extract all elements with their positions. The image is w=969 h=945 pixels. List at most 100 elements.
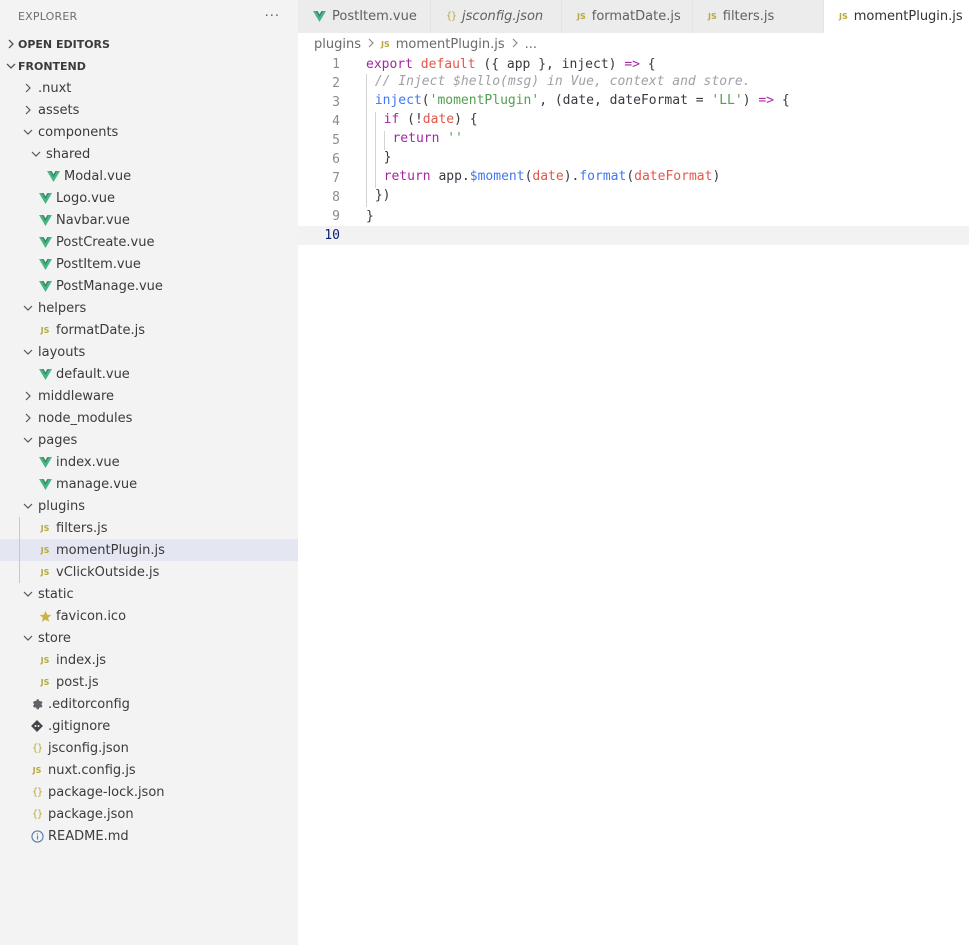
tree-file[interactable]: default.vue <box>0 363 298 385</box>
breadcrumb-symbols[interactable]: ... <box>525 37 537 52</box>
tree-file[interactable]: PostManage.vue <box>0 275 298 297</box>
more-actions-button[interactable]: ··· <box>265 9 280 24</box>
explorer-sidebar: EXPLORER ··· OPEN EDITORS FRONTEND .nuxt… <box>0 0 298 945</box>
tree-folder[interactable]: middleware <box>0 385 298 407</box>
vue-file-icon <box>313 11 326 22</box>
tree-file[interactable]: JS formatDate.js <box>0 319 298 341</box>
editor-tab[interactable]: JS formatDate.js <box>562 0 693 33</box>
tab-label: jsconfig.json <box>462 9 544 24</box>
tree-file[interactable]: Modal.vue <box>0 165 298 187</box>
code-text: inject('momentPlugin', (date, dateFormat… <box>366 93 790 112</box>
tree-item-label: formatDate.js <box>56 322 145 338</box>
tree-file[interactable]: manage.vue <box>0 473 298 495</box>
tree-item-label: Navbar.vue <box>56 212 130 228</box>
editor-tab[interactable]: {} jsconfig.json <box>431 0 562 33</box>
tree-folder[interactable]: assets <box>0 99 298 121</box>
chevron-down-icon <box>22 633 34 643</box>
code-token: ). <box>563 169 580 184</box>
vue-file-icon <box>38 236 52 248</box>
tree-file[interactable]: {} package-lock.json <box>0 781 298 803</box>
code-line[interactable]: 1 export default ({ app }, inject) => { <box>298 55 969 74</box>
code-text: export default ({ app }, inject) => { <box>366 57 656 72</box>
code-token: date <box>422 112 455 127</box>
tree-folder[interactable]: components <box>0 121 298 143</box>
tree-item-label: .editorconfig <box>48 696 130 712</box>
tree-file[interactable]: {} jsconfig.json <box>0 737 298 759</box>
tree-file[interactable]: PostItem.vue <box>0 253 298 275</box>
tree-item-label: post.js <box>56 674 99 690</box>
tree-file[interactable]: JS momentPlugin.js <box>0 539 298 561</box>
tree-item-label: static <box>38 586 74 602</box>
tree-file[interactable]: README.md <box>0 825 298 847</box>
code-line[interactable]: 4 if (!date) { <box>298 112 969 131</box>
tree-file[interactable]: favicon.ico <box>0 605 298 627</box>
tree-item-label: PostManage.vue <box>56 278 163 294</box>
editor-tab[interactable]: JS momentPlugin.js <box>824 0 969 33</box>
code-text: } <box>366 209 374 224</box>
tree-folder[interactable]: plugins <box>0 495 298 517</box>
tree-folder[interactable]: .nuxt <box>0 77 298 99</box>
breadcrumb-folder[interactable]: plugins <box>314 37 361 52</box>
vue-file-icon <box>38 456 52 468</box>
editor-tab[interactable]: PostItem.vue <box>298 0 431 33</box>
git-icon <box>30 720 44 732</box>
tree-file[interactable]: .gitignore <box>0 715 298 737</box>
tree-folder[interactable]: node_modules <box>0 407 298 429</box>
tree-folder[interactable]: pages <box>0 429 298 451</box>
star-icon <box>38 610 52 623</box>
code-line[interactable]: 7 return app.$moment(date).format(dateFo… <box>298 169 969 188</box>
line-number: 1 <box>332 57 340 72</box>
js-file-icon: JS <box>40 567 50 577</box>
tree-item-label: helpers <box>38 300 87 316</box>
tree-folder[interactable]: helpers <box>0 297 298 319</box>
tree-file[interactable]: .editorconfig <box>0 693 298 715</box>
tree-file[interactable]: PostCreate.vue <box>0 231 298 253</box>
tree-folder[interactable]: shared <box>0 143 298 165</box>
tree-file[interactable]: index.vue <box>0 451 298 473</box>
code-line[interactable]: 6 } <box>298 150 969 169</box>
js-file-icon: JS <box>380 39 390 49</box>
code-line[interactable]: 5 return '' <box>298 131 969 150</box>
open-editors-label: OPEN EDITORS <box>18 37 110 51</box>
explorer-title: EXPLORER <box>18 10 78 23</box>
tree-folder[interactable]: static <box>0 583 298 605</box>
code-line[interactable]: 9} <box>298 207 969 226</box>
code-editor[interactable]: 1 export default ({ app }, inject) => { 2 … <box>298 55 969 945</box>
js-file-icon: JS <box>40 655 50 665</box>
tree-file[interactable]: Navbar.vue <box>0 209 298 231</box>
js-file-icon: JS <box>40 677 50 687</box>
chevron-down-icon <box>22 127 34 137</box>
code-text: }) <box>366 188 390 207</box>
workspace-section[interactable]: FRONTEND <box>0 55 298 77</box>
tree-item-label: index.vue <box>56 454 120 470</box>
tree-file[interactable]: JS nuxt.config.js <box>0 759 298 781</box>
code-line[interactable]: 8 }) <box>298 188 969 207</box>
vue-file-icon <box>38 214 52 226</box>
tree-file[interactable]: JS vClickOutside.js <box>0 561 298 583</box>
tab-label: filters.js <box>722 9 775 24</box>
tree-file[interactable]: JS filters.js <box>0 517 298 539</box>
tree-file[interactable]: Logo.vue <box>0 187 298 209</box>
open-editors-section[interactable]: OPEN EDITORS <box>0 33 298 55</box>
tree-file[interactable]: JS index.js <box>0 649 298 671</box>
code-token: date <box>532 169 564 184</box>
code-line[interactable]: 10 <box>298 226 969 245</box>
code-token: ) <box>712 169 721 184</box>
tree-file[interactable]: {} package.json <box>0 803 298 825</box>
tree-file[interactable]: JS post.js <box>0 671 298 693</box>
tree-folder[interactable]: layouts <box>0 341 298 363</box>
code-text: return '' <box>366 131 463 150</box>
indent-guide <box>19 561 20 583</box>
code-line[interactable]: 2 // Inject $hello(msg) in Vue, context … <box>298 74 969 93</box>
breadcrumb-file[interactable]: momentPlugin.js <box>396 37 505 52</box>
editor-tab[interactable]: JS filters.js <box>693 0 824 33</box>
tree-folder[interactable]: store <box>0 627 298 649</box>
vue-file-icon <box>38 478 52 490</box>
code-line[interactable]: 3 inject('momentPlugin', (date, dateForm… <box>298 93 969 112</box>
tree-item-label: README.md <box>48 828 129 844</box>
